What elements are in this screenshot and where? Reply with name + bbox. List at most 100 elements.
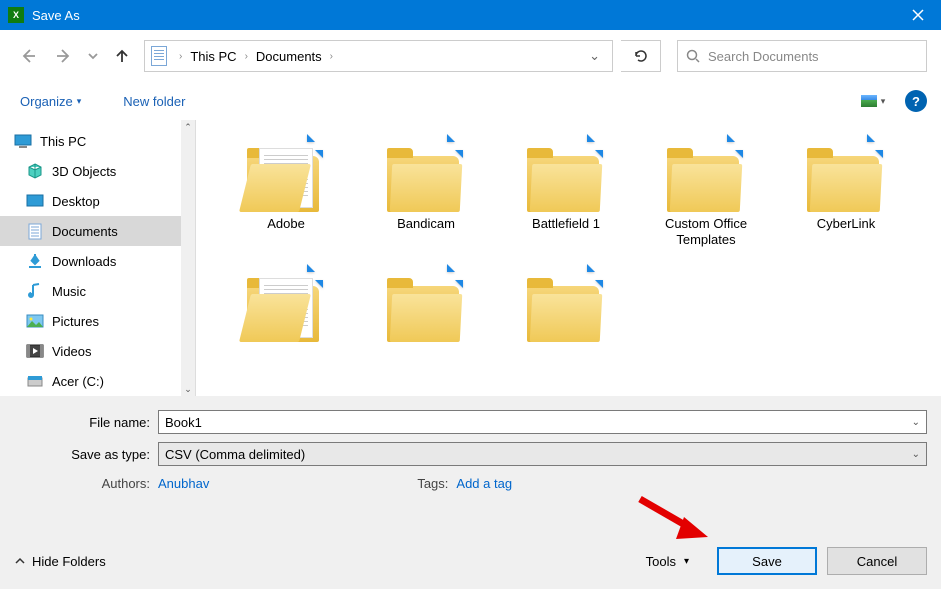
save-form: File name: Book1 ⌄ Save as type: CSV (Co…: [0, 396, 941, 589]
tree-scrollbar[interactable]: ⌃ ⌄: [181, 120, 195, 396]
tree-label: 3D Objects: [52, 164, 116, 179]
folder-label: Adobe: [267, 216, 305, 232]
nav-tree: This PC 3D Objects Desktop Documents Dow…: [0, 120, 196, 396]
music-icon: [26, 282, 44, 300]
pc-icon: [14, 132, 32, 150]
folder-label: CyberLink: [817, 216, 876, 232]
tree-label: Documents: [52, 224, 118, 239]
filename-value: Book1: [165, 415, 202, 430]
tree-label: Desktop: [52, 194, 100, 209]
tree-acer-c[interactable]: Acer (C:): [0, 366, 195, 396]
savetype-label: Save as type:: [14, 447, 158, 462]
hide-folders-label: Hide Folders: [32, 554, 106, 569]
annotation-arrow-icon: [636, 495, 712, 545]
sync-icon: [581, 132, 609, 160]
filename-input[interactable]: Book1 ⌄: [158, 410, 927, 434]
folder-item[interactable]: [216, 260, 356, 390]
tags-value[interactable]: Add a tag: [456, 476, 512, 491]
address-bar[interactable]: › This PC › Documents › ⌄: [144, 40, 613, 72]
pictures-icon: [26, 312, 44, 330]
tree-3dobjects[interactable]: 3D Objects: [0, 156, 195, 186]
savetype-combo[interactable]: CSV (Comma delimited) ⌄: [158, 442, 927, 466]
chevron-right-icon[interactable]: ›: [326, 51, 337, 62]
folder-label: Battlefield 1: [532, 216, 600, 232]
new-folder-button[interactable]: New folder: [117, 90, 191, 113]
chevron-right-icon[interactable]: ›: [241, 51, 252, 62]
folder-label: Bandicam: [397, 216, 455, 232]
videos-icon: [26, 342, 44, 360]
savetype-value: CSV (Comma delimited): [165, 447, 305, 462]
folder-custom-office-templates[interactable]: Custom Office Templates: [636, 130, 776, 260]
scroll-up-icon[interactable]: ⌃: [181, 120, 195, 134]
authors-value[interactable]: Anubhav: [158, 476, 209, 491]
sync-icon: [581, 262, 609, 290]
excel-icon: X: [8, 7, 24, 23]
search-icon: [686, 49, 700, 63]
nav-row: › This PC › Documents › ⌄: [0, 30, 941, 82]
sync-icon: [301, 262, 329, 290]
folder-item[interactable]: [496, 260, 636, 390]
folder-adobe[interactable]: Adobe: [216, 130, 356, 260]
breadcrumb-thispc[interactable]: This PC: [186, 49, 240, 64]
folder-bandicam[interactable]: Bandicam: [356, 130, 496, 260]
action-row: Hide Folders Tools Save Cancel: [14, 547, 927, 575]
tree-label: Acer (C:): [52, 374, 104, 389]
content-body: This PC 3D Objects Desktop Documents Dow…: [0, 120, 941, 396]
folder-battlefield1[interactable]: Battlefield 1: [496, 130, 636, 260]
tree-label: Pictures: [52, 314, 99, 329]
cancel-button[interactable]: Cancel: [827, 547, 927, 575]
tree-pictures[interactable]: Pictures: [0, 306, 195, 336]
window-title: Save As: [32, 8, 895, 23]
tree-label: This PC: [40, 134, 86, 149]
tags-label: Tags:: [417, 476, 456, 491]
authors-label: Authors:: [14, 476, 158, 491]
forward-button[interactable]: [50, 42, 78, 70]
sync-icon: [301, 132, 329, 160]
chevron-down-icon[interactable]: ⌄: [912, 449, 920, 460]
sync-icon: [441, 132, 469, 160]
close-button[interactable]: [895, 0, 941, 30]
folder-cyberlink[interactable]: CyberLink: [776, 130, 916, 260]
tree-documents[interactable]: Documents: [0, 216, 195, 246]
save-button[interactable]: Save: [717, 547, 817, 575]
chevron-down-icon[interactable]: ⌄: [912, 417, 920, 428]
view-options-button[interactable]: [855, 89, 891, 113]
tree-desktop[interactable]: Desktop: [0, 186, 195, 216]
tree-label: Music: [52, 284, 86, 299]
tree-label: Downloads: [52, 254, 116, 269]
organize-button[interactable]: Organize: [14, 90, 87, 113]
sync-icon: [441, 262, 469, 290]
up-button[interactable]: [108, 42, 136, 70]
tree-downloads[interactable]: Downloads: [0, 246, 195, 276]
folder-item[interactable]: [356, 260, 496, 390]
breadcrumb-documents[interactable]: Documents: [252, 49, 326, 64]
titlebar: X Save As: [0, 0, 941, 30]
desktop-icon: [26, 192, 44, 210]
sync-icon: [721, 132, 749, 160]
chevron-up-icon: [14, 555, 26, 567]
hide-folders-button[interactable]: Hide Folders: [14, 554, 106, 569]
folder-label: Custom Office Templates: [636, 216, 776, 247]
file-pane[interactable]: Adobe Bandicam Battlefield 1 Custom Offi…: [196, 120, 941, 396]
view-thumb-icon: [861, 95, 877, 107]
address-dropdown[interactable]: ⌄: [583, 48, 606, 64]
location-icon: [151, 46, 167, 66]
sync-icon: [861, 132, 889, 160]
help-button[interactable]: ?: [905, 90, 927, 112]
filename-label: File name:: [14, 415, 158, 430]
scroll-down-icon[interactable]: ⌄: [181, 382, 195, 396]
back-button[interactable]: [14, 42, 42, 70]
tree-label: Videos: [52, 344, 92, 359]
tools-button[interactable]: Tools: [646, 554, 689, 569]
recent-dropdown[interactable]: [86, 42, 100, 70]
drive-icon: [26, 372, 44, 390]
tree-music[interactable]: Music: [0, 276, 195, 306]
chevron-right-icon[interactable]: ›: [175, 51, 186, 62]
documents-icon: [26, 222, 44, 240]
search-input[interactable]: [708, 49, 918, 64]
tree-videos[interactable]: Videos: [0, 336, 195, 366]
search-box[interactable]: [677, 40, 927, 72]
tree-thispc[interactable]: This PC: [0, 126, 195, 156]
downloads-icon: [26, 252, 44, 270]
refresh-button[interactable]: [621, 40, 661, 72]
